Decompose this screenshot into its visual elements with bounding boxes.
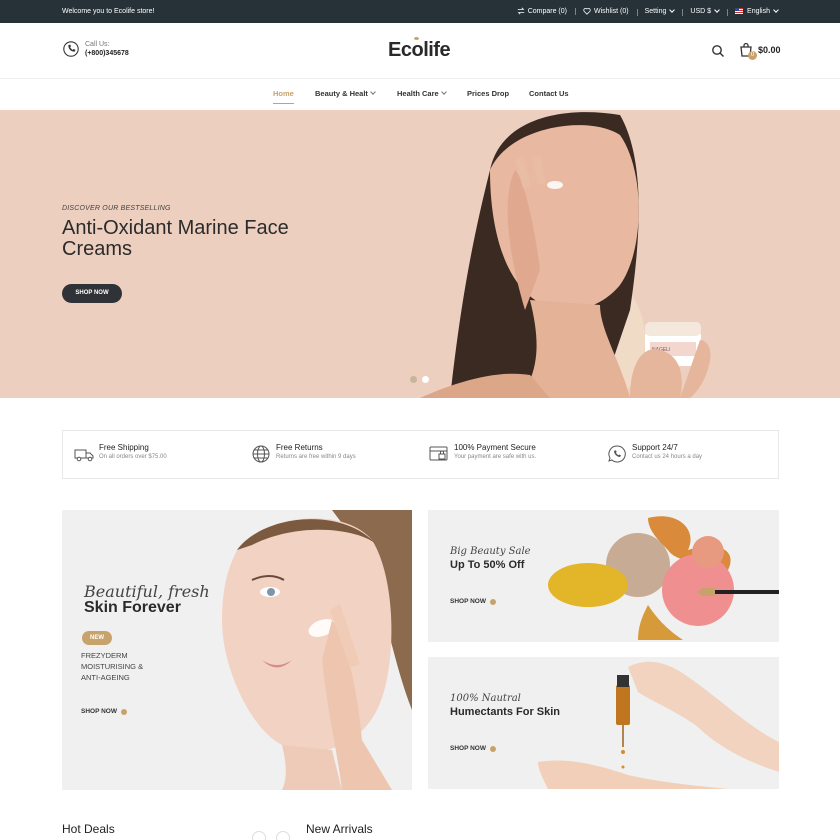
language-dropdown[interactable]: English — [727, 6, 779, 16]
globe-icon — [252, 445, 270, 463]
support-icon — [608, 445, 626, 463]
shop-now-label: SHOP NOW — [450, 598, 486, 605]
banner-rb-line1: 100% Nautral — [450, 693, 521, 704]
banner-rt-line1: Big Beauty Sale — [450, 546, 531, 557]
phone-number[interactable]: (+800)345678 — [85, 49, 129, 58]
feature-title: Free Shipping — [99, 443, 149, 452]
setting-dropdown[interactable]: Setting — [636, 6, 683, 16]
banner-rt-line2: Up To 50% Off — [450, 559, 525, 571]
hero-slider: NAGELI DISCOVER OUR BESTSELLING Anti-Oxi… — [0, 110, 840, 398]
hero-model-image: NAGELI — [420, 112, 711, 398]
wishlist-link[interactable]: Wishlist (0) — [574, 7, 637, 15]
nav-home[interactable]: Home — [273, 89, 294, 104]
feature-payment-secure: 100% Payment Secure Your payment are safe… — [428, 443, 536, 465]
nav-contact-us[interactable]: Contact Us — [529, 89, 569, 98]
nav-prices-drop[interactable]: Prices Drop — [467, 89, 509, 98]
hero-title: Anti-Oxidant Marine Face Creams — [62, 217, 289, 260]
nav-health-label: Health Care — [397, 89, 439, 98]
features-bar: Free Shipping On all orders over $75.00 F… — [62, 430, 779, 479]
nav-home-label: Home — [273, 89, 294, 98]
banner-model-image — [222, 510, 412, 790]
banner-left-shop-now[interactable]: SHOP NOW — [81, 708, 127, 715]
feature-title: 100% Payment Secure — [454, 443, 536, 452]
chevron-down-icon — [440, 89, 447, 95]
feature-title: Free Returns — [276, 443, 323, 452]
banner-rb-line2: Humectants For Skin — [450, 706, 561, 718]
cart-total[interactable]: $0.00 — [758, 45, 781, 55]
nav-contact-label: Contact Us — [529, 89, 569, 98]
circle-arrow-icon — [121, 708, 127, 715]
search-icon[interactable] — [711, 44, 725, 58]
banner-humectants[interactable]: 100% Nautral Humectants For Skin SHOP NO… — [428, 657, 779, 789]
feature-title: Support 24/7 — [632, 443, 678, 452]
new-badge: NEW — [82, 631, 112, 645]
banner-left-line2: Skin Forever — [84, 599, 181, 616]
hero-shop-now-button[interactable]: SHOP NOW — [62, 284, 122, 303]
nav-health-care[interactable]: Health Care — [397, 89, 447, 98]
chevron-down-icon — [773, 6, 779, 13]
slider-dot-1[interactable] — [410, 376, 417, 383]
compare-label: Compare (0) — [527, 7, 567, 15]
hot-deals-prev-arrow-icon[interactable] — [252, 831, 266, 840]
currency-label: USD $ — [690, 7, 712, 15]
call-us-label: Call Us: — [85, 41, 110, 48]
feature-free-shipping: Free Shipping On all orders over $75.00 — [73, 443, 167, 465]
nav-beauty-label: Beauty & Healt — [315, 89, 368, 98]
banner-skin-forever[interactable]: Beautiful, fresh Skin Forever NEW FREZYD… — [62, 510, 412, 790]
circle-arrow-icon — [490, 598, 496, 605]
new-arrivals-title: New Arrivals — [306, 822, 373, 836]
logo-leaf-o: o — [411, 37, 424, 61]
currency-dropdown[interactable]: USD $ — [682, 6, 727, 16]
hero-kicker: DISCOVER OUR BESTSELLING — [62, 205, 171, 212]
makeup-swatches-image — [548, 516, 779, 640]
circle-arrow-icon — [490, 745, 496, 752]
main-nav: Home Beauty & Healt Health Care Prices D… — [0, 80, 840, 110]
shop-now-label: SHOP NOW — [450, 745, 486, 752]
us-flag-icon — [735, 8, 744, 14]
compare-icon — [517, 7, 525, 15]
feature-subtitle: Contact us 24 hours a day — [632, 454, 703, 460]
desc-line: ANTI-AGEING — [81, 673, 130, 682]
logo[interactable]: Ecolife — [388, 37, 451, 62]
feature-support: Support 24/7 Contact us 24 hours a day — [606, 443, 702, 465]
banner-rb-shop-now[interactable]: SHOP NOW — [450, 745, 496, 752]
desc-line: FREZYDERM — [81, 651, 128, 660]
desc-line: MOISTURISING & — [81, 662, 144, 671]
logo-suffix: life — [423, 39, 451, 61]
logo-prefix: Ec — [388, 39, 412, 61]
setting-label: Setting — [644, 7, 667, 15]
feature-subtitle: Returns are free within 9 days — [276, 454, 356, 460]
language-label: English — [747, 7, 770, 15]
banner-rt-shop-now[interactable]: SHOP NOW — [450, 598, 496, 605]
chevron-down-icon — [370, 89, 376, 95]
banner-left-description: FREZYDERM MOISTURISING & ANTI-AGEING — [81, 650, 191, 683]
banner-big-beauty-sale[interactable]: Big Beauty Sale Up To 50% Off SHOP NOW — [428, 510, 779, 642]
top-bar: Welcome you to Ecolife store! Compare (0… — [0, 0, 840, 23]
phone-icon — [63, 41, 79, 57]
chevron-down-icon — [669, 6, 676, 13]
cart-count-badge: 0 — [748, 51, 757, 60]
site-header: Call Us: (+800)345678 Ecolife 0 $0.00 — [0, 23, 840, 79]
feature-subtitle: Your payment are safe with us. — [454, 454, 537, 460]
serum-dropper-image — [538, 661, 779, 789]
nav-beauty-health[interactable]: Beauty & Healt — [315, 89, 376, 98]
top-links: Compare (0) Wishlist (0) Setting USD $ E… — [509, 6, 779, 16]
payment-icon — [429, 446, 448, 461]
welcome-message: Welcome you to Ecolife store! — [62, 8, 155, 15]
chevron-down-icon — [714, 6, 720, 13]
feature-subtitle: On all orders over $75.00 — [99, 454, 167, 460]
heart-icon — [583, 7, 591, 15]
nav-prices-label: Prices Drop — [467, 89, 510, 98]
slider-dot-2[interactable] — [422, 376, 429, 383]
hot-deals-title: Hot Deals — [62, 822, 115, 836]
wishlist-label: Wishlist (0) — [593, 7, 629, 15]
truck-icon — [74, 449, 94, 462]
compare-link[interactable]: Compare (0) — [509, 7, 575, 15]
call-us: Call Us: (+800)345678 — [62, 40, 129, 58]
hot-deals-next-arrow-icon[interactable] — [276, 831, 290, 840]
feature-free-returns: Free Returns Returns are free within 9 da… — [250, 443, 356, 465]
slider-dots — [410, 376, 434, 383]
shop-now-label: SHOP NOW — [81, 708, 117, 715]
